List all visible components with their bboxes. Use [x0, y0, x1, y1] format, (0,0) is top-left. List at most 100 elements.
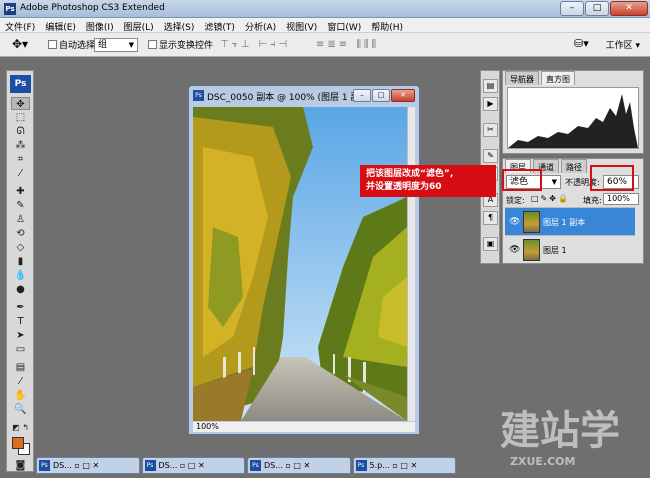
minimized-document[interactable]: Ps 5.p... ▫ □ ✕ [352, 457, 456, 474]
menu-window[interactable]: 窗口(W) [322, 18, 366, 33]
zoom-tool-icon[interactable]: 🔍 [11, 403, 30, 416]
tool-presets-icon[interactable]: ✂ [483, 123, 498, 137]
doc-maximize-button[interactable]: □ [372, 89, 390, 102]
move-tool-preset-icon[interactable]: ✥▾ [12, 37, 28, 51]
tab-histogram[interactable]: 直方图 [541, 71, 575, 85]
minimized-document[interactable]: Ps DS... ▫ □ ✕ [247, 457, 351, 474]
layer-comps-icon[interactable]: ▣ [483, 237, 498, 251]
gradient-tool-icon[interactable]: ▮ [11, 255, 30, 268]
close-button[interactable]: ✕ [610, 1, 648, 16]
photoshop-logo-icon: Ps [4, 3, 16, 15]
menu-view[interactable]: 视图(V) [281, 18, 322, 33]
maximize-button[interactable]: □ [585, 1, 609, 16]
show-transform-checkbox[interactable] [148, 40, 157, 49]
fill-value: 100% [607, 194, 630, 203]
eye-icon[interactable]: 👁 [509, 245, 520, 255]
workspace-menu[interactable]: 工作区 ▾ [606, 38, 640, 51]
layer-name: 图层 1 [543, 246, 567, 255]
show-transform-option[interactable]: 显示变换控件 [148, 38, 213, 51]
doc-minimize-button[interactable]: – [353, 89, 371, 102]
lock-icons[interactable]: □✎✥🔒 [531, 194, 570, 203]
fill-field[interactable]: 100% [603, 193, 639, 205]
paragraph-panel-icon[interactable]: ¶ [483, 211, 498, 225]
workspace-icon[interactable]: ⛁▾ [574, 37, 589, 50]
dodge-tool-icon[interactable]: ● [11, 283, 30, 296]
doc-close-button[interactable]: ✕ [391, 89, 415, 102]
distribute-icons[interactable]: ≡≣≡ ⫼⫼⫼ [316, 39, 379, 50]
layer-row[interactable]: 👁 图层 1 [505, 235, 635, 263]
auto-select-option[interactable]: 自动选择: [48, 38, 98, 51]
healing-brush-tool-icon[interactable]: ✚ [11, 185, 30, 198]
history-panel-icon[interactable]: ▤ [483, 79, 498, 93]
brush-tool-icon[interactable]: ✎ [11, 199, 30, 212]
image-canvas[interactable] [193, 107, 407, 421]
eye-icon[interactable]: 👁 [509, 217, 520, 227]
shape-tool-icon[interactable]: ▭ [11, 343, 30, 356]
lock-label: 锁定: [506, 196, 525, 205]
align-icons[interactable]: ⊤⫟⊥ ⊢⫞⊣ [220, 39, 290, 50]
histogram-graph [508, 94, 638, 148]
chevron-down-icon: ▼ [128, 41, 134, 49]
ps-doc-icon: Ps [39, 460, 50, 471]
notes-tool-icon[interactable]: ▤ [11, 361, 30, 374]
layer-thumbnail [523, 239, 540, 261]
histogram-panel-tabs: 导航器 直方图 [503, 71, 575, 85]
marquee-tool-icon[interactable]: ⬚ [11, 111, 30, 124]
minimize-button[interactable]: – [560, 1, 584, 16]
minimized-document-title: DS... [264, 461, 283, 470]
layer-name: 图层 1 副本 [543, 218, 586, 227]
move-tool-icon[interactable]: ✥ [11, 97, 30, 110]
eyedropper-sample-tool-icon[interactable]: ⁄ [11, 375, 30, 388]
eraser-tool-icon[interactable]: ◇ [11, 241, 30, 254]
ps-doc-icon: Ps [144, 460, 156, 471]
layer-row[interactable]: 👁 图层 1 副本 [505, 207, 635, 235]
tab-paths[interactable]: 路径 [561, 159, 587, 173]
default-colors-icon[interactable]: ◩ ↰ [11, 421, 30, 434]
auto-select-dropdown[interactable]: 组 ▼ [94, 38, 138, 52]
menu-edit[interactable]: 编辑(E) [40, 18, 81, 33]
toolbox: Ps ✥ ⬚ ᘏ ⁂ ⌗ ⁄ ✚ ✎ ♙ ⟲ ◇ ▮ 💧 ● ✒ T ➤ ▭ ▤… [6, 70, 34, 472]
document-vertical-scrollbar[interactable] [407, 107, 415, 421]
chevron-down-icon: ▼ [551, 178, 557, 186]
lasso-tool-icon[interactable]: ᘏ [11, 125, 30, 138]
menu-filter[interactable]: 滤镜(T) [199, 18, 240, 33]
annotation-line-1: 把该图层改成“滤色”, [366, 169, 454, 179]
histogram-chart [507, 87, 639, 149]
layer-thumbnail [523, 211, 540, 233]
eyedropper-tool-icon[interactable]: ⁄ [11, 167, 30, 180]
zoom-level[interactable]: 100% [196, 422, 219, 431]
auto-select-checkbox[interactable] [48, 40, 57, 49]
hand-tool-icon[interactable]: ✋ [11, 389, 30, 402]
menu-analysis[interactable]: 分析(A) [240, 18, 281, 33]
ps-doc-icon: Ps [250, 460, 261, 471]
minimized-document-title: DS... [158, 461, 178, 470]
ps-doc-icon: Ps [193, 90, 204, 101]
minimized-document[interactable]: Ps DS... ▫ □ ✕ [36, 457, 140, 474]
menu-image[interactable]: 图像(I) [81, 18, 119, 33]
pen-tool-icon[interactable]: ✒ [11, 301, 30, 314]
foreground-color-swatch[interactable] [12, 437, 24, 449]
document-title: DSC_0050 副本 @ 100% (图层 1 副... [207, 93, 369, 103]
options-bar: ✥▾ 自动选择: 组 ▼ 显示变换控件 ⊤⫟⊥ ⊢⫞⊣ ≡≣≡ ⫼⫼⫼ ⛁▾ 工作… [0, 33, 650, 57]
menu-layer[interactable]: 图层(L) [119, 18, 159, 33]
history-brush-tool-icon[interactable]: ⟲ [11, 227, 30, 240]
menu-help[interactable]: 帮助(H) [366, 18, 408, 33]
blur-tool-icon[interactable]: 💧 [11, 269, 30, 282]
actions-panel-icon[interactable]: ▶ [483, 97, 498, 111]
tab-navigator[interactable]: 导航器 [505, 71, 539, 85]
blend-mode-highlight [502, 169, 542, 191]
type-tool-icon[interactable]: T [11, 315, 30, 328]
crop-tool-icon[interactable]: ⌗ [11, 153, 30, 166]
quick-mask-icon[interactable]: ◙ [11, 459, 30, 472]
ps-doc-icon: Ps [355, 460, 367, 471]
minimized-document[interactable]: Ps DS... ▫ □ ✕ [141, 457, 245, 474]
tree-road-photo [193, 107, 407, 421]
magic-wand-tool-icon[interactable]: ⁂ [11, 139, 30, 152]
clone-stamp-tool-icon[interactable]: ♙ [11, 213, 30, 226]
brushes-panel-icon[interactable]: ✎ [483, 149, 498, 163]
path-selection-tool-icon[interactable]: ➤ [11, 329, 30, 342]
menu-bar: 文件(F) 编辑(E) 图像(I) 图层(L) 选择(S) 滤镜(T) 分析(A… [0, 18, 650, 33]
menu-select[interactable]: 选择(S) [159, 18, 200, 33]
document-title-bar[interactable]: Ps DSC_0050 副本 @ 100% (图层 1 副... – □ ✕ [189, 86, 419, 105]
menu-file[interactable]: 文件(F) [0, 18, 40, 33]
